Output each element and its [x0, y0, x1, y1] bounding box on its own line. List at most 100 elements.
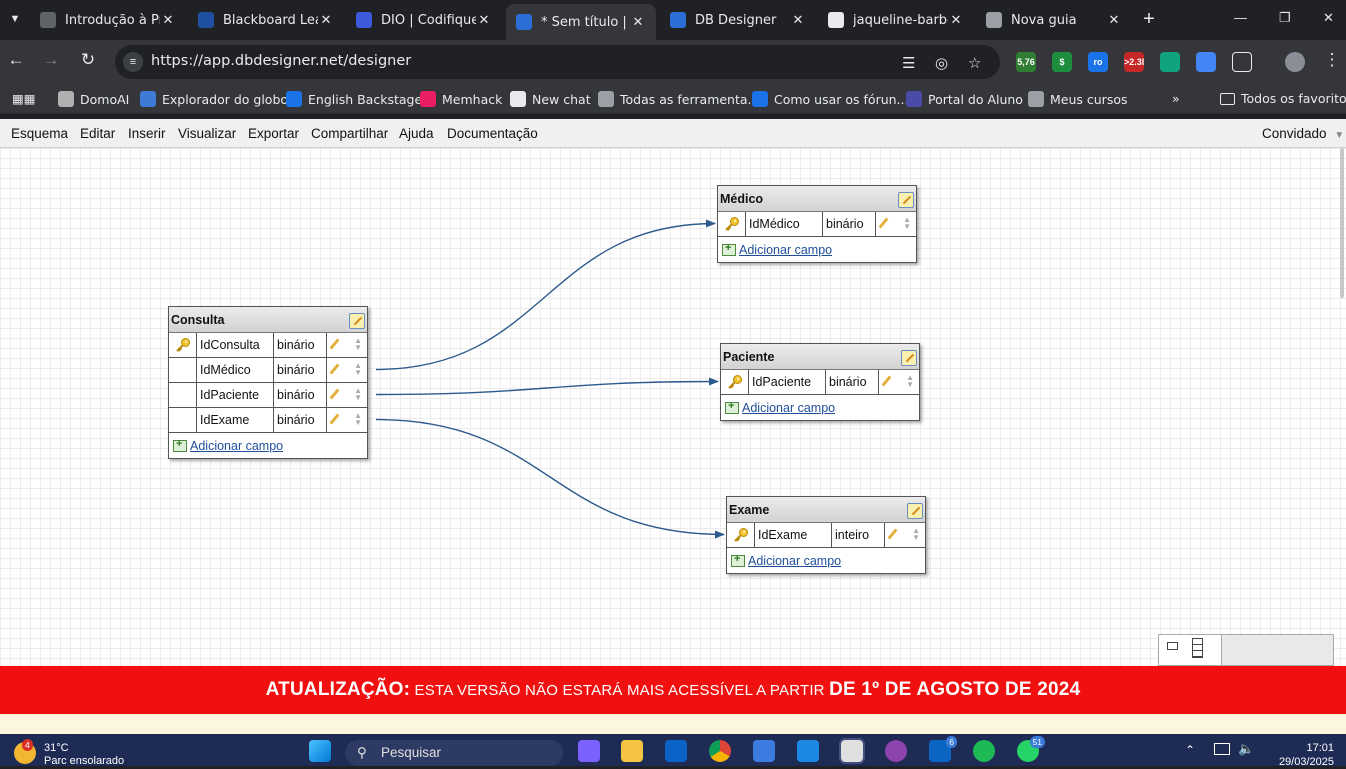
reorder-arrows-icon[interactable]: ▲ ▼	[903, 216, 911, 231]
field-row[interactable]: IdPaciente binário ▲ ▼	[721, 370, 919, 395]
url-text[interactable]: https://app.dbdesigner.net/designer	[151, 53, 411, 69]
browser-tab[interactable]: Introdução à Pro✕	[30, 4, 186, 36]
field-name[interactable]: IdExame	[197, 408, 274, 432]
chrome-menu-icon[interactable]: ⋮	[1320, 50, 1344, 70]
minimap[interactable]	[1158, 634, 1334, 666]
edit-field-pencil-icon[interactable]	[329, 363, 340, 375]
schema-canvas[interactable]: MédicoIdMédicobinário▲▼Adicionar campoCo…	[0, 148, 1346, 666]
bookmark-item[interactable]: Portal do Aluno	[906, 91, 1023, 107]
entity-header[interactable]: Paciente	[721, 344, 919, 370]
calendar-extension-icon[interactable]: >2.3l	[1124, 52, 1144, 72]
field-row[interactable]: IdMédico binário ▲ ▼	[718, 212, 916, 237]
weather-widget[interactable]: 31°C Parc ensolarado	[44, 742, 124, 768]
chrome-taskbar-icon[interactable]	[709, 740, 731, 762]
spotify-icon[interactable]	[973, 740, 995, 762]
dollar-extension-icon[interactable]: $	[1052, 52, 1072, 72]
copilot-icon[interactable]	[578, 740, 600, 762]
reorder-arrows-icon[interactable]: ▲ ▼	[354, 362, 362, 377]
relation-link[interactable]	[375, 219, 716, 371]
translate-icon[interactable]: ☰	[902, 54, 915, 72]
field-type[interactable]: binário	[823, 212, 876, 236]
browser-tab[interactable]: DIO | Codifique o✕	[346, 4, 502, 36]
field-name[interactable]: IdExame	[755, 523, 832, 547]
menu-item[interactable]: Ajuda	[399, 126, 434, 141]
profile-avatar[interactable]	[1285, 52, 1305, 72]
menu-item[interactable]: Visualizar	[178, 126, 236, 141]
reorder-arrows-icon[interactable]: ▲ ▼	[354, 337, 362, 352]
network-icon[interactable]	[1214, 743, 1230, 755]
edit-table-icon[interactable]	[898, 192, 914, 208]
field-row[interactable]: IdConsulta binário ▲ ▼	[169, 333, 367, 358]
weather-extension-icon[interactable]: 5,76	[1016, 52, 1036, 72]
edit-table-icon[interactable]	[349, 313, 365, 329]
all-bookmarks-folder[interactable]: Todos os favoritos	[1220, 91, 1346, 106]
outlook-icon[interactable]	[665, 740, 687, 762]
edit-field-pencil-icon[interactable]	[881, 375, 892, 387]
bookmark-item[interactable]: Memhack	[420, 91, 502, 107]
reorder-arrows-icon[interactable]: ▲ ▼	[906, 374, 914, 389]
menu-item[interactable]: Editar	[80, 126, 115, 141]
field-name[interactable]: IdPaciente	[197, 383, 274, 407]
vscode-icon[interactable]	[797, 740, 819, 762]
bookmark-item[interactable]: Explorador do globo	[140, 91, 288, 107]
menu-item[interactable]: Exportar	[248, 126, 299, 141]
file-explorer-icon[interactable]	[621, 740, 643, 762]
extensions-puzzle-icon[interactable]	[1232, 52, 1252, 72]
add-field-link[interactable]: Adicionar campo	[739, 243, 832, 257]
browser-tab[interactable]: Blackboard Learn✕	[188, 4, 344, 36]
close-tab-icon[interactable]: ✕	[790, 13, 806, 28]
field-type[interactable]: binário	[274, 408, 327, 432]
add-field-link[interactable]: Adicionar campo	[748, 554, 841, 568]
vertical-scrollbar[interactable]	[1340, 148, 1344, 298]
reorder-arrows-icon[interactable]: ▲ ▼	[354, 387, 362, 402]
relation-link[interactable]	[375, 377, 719, 396]
entity-table[interactable]: Paciente IdPacientebinário ▲▼ Adicionar cam…	[720, 343, 920, 421]
expand-view-icon[interactable]	[1192, 638, 1203, 658]
entity-table[interactable]: Exame IdExameinteiro ▲▼ Adicionar campo	[726, 496, 926, 574]
back-icon[interactable]: ←	[4, 50, 28, 70]
field-type[interactable]: binário	[274, 358, 327, 382]
browser-tab[interactable]: DB Designer ✕	[660, 4, 816, 36]
weather-icon[interactable]: 4	[14, 739, 36, 764]
volume-icon[interactable]: 🔈	[1238, 741, 1254, 757]
snipping-tool-icon[interactable]	[839, 738, 865, 764]
taskbar-search[interactable]: ⚲ Pesquisar	[345, 740, 563, 766]
tab-search-chevron-icon[interactable]: ▼	[4, 8, 26, 30]
field-type[interactable]: binário	[274, 383, 327, 407]
reorder-arrows-icon[interactable]: ▲ ▼	[354, 412, 362, 427]
entity-header[interactable]: Médico	[718, 186, 916, 212]
edit-field-pencil-icon[interactable]	[329, 338, 340, 350]
entity-table[interactable]: Consulta IdConsulta binário ▲ ▼ IdMédico binár…	[168, 306, 368, 459]
field-row[interactable]: IdPaciente binário ▲ ▼	[169, 383, 367, 408]
entity-header[interactable]: Consulta	[169, 307, 367, 333]
field-type[interactable]: binário	[274, 333, 327, 357]
add-field-link[interactable]: Adicionar campo	[742, 401, 835, 415]
edit-table-icon[interactable]	[907, 503, 923, 519]
edit-field-pencil-icon[interactable]	[329, 388, 340, 400]
field-name[interactable]: IdPaciente	[749, 370, 826, 394]
close-tab-icon[interactable]: ✕	[318, 13, 334, 28]
chatgpt-extension-icon[interactable]	[1160, 52, 1180, 72]
bookmark-item[interactable]: DomoAI	[58, 91, 129, 107]
reorder-arrows-icon[interactable]: ▲ ▼	[912, 527, 920, 542]
whatsapp-icon[interactable]: 51	[1017, 736, 1045, 762]
edit-field-pencil-icon[interactable]	[887, 528, 898, 540]
close-tab-icon[interactable]: ✕	[1106, 13, 1122, 28]
close-tab-icon[interactable]: ✕	[160, 13, 176, 28]
reload-icon[interactable]: ↻	[76, 50, 100, 70]
field-name[interactable]: IdMédico	[746, 212, 823, 236]
close-window-icon[interactable]: ✕	[1323, 10, 1334, 26]
entity-header[interactable]: Exame	[727, 497, 925, 523]
more-bookmarks-icon[interactable]: »	[1172, 91, 1180, 106]
site-info-icon[interactable]: ≡	[123, 52, 143, 72]
edit-field-pencil-icon[interactable]	[329, 413, 340, 425]
close-tab-icon[interactable]: ✕	[948, 13, 964, 28]
bookmark-item[interactable]: Todas as ferramenta...	[598, 91, 759, 107]
browser-tab[interactable]: jaqueline-barbosa✕	[818, 4, 974, 36]
clock[interactable]: 17:01 29/03/2025	[1272, 741, 1334, 769]
windows-start-icon[interactable]	[309, 740, 331, 762]
tray-chevron-up-icon[interactable]: ⌃	[1185, 743, 1195, 757]
restore-icon[interactable]: ❐	[1279, 10, 1291, 26]
eye-off-icon[interactable]: ◎	[935, 54, 948, 72]
field-type[interactable]: inteiro	[832, 523, 885, 547]
